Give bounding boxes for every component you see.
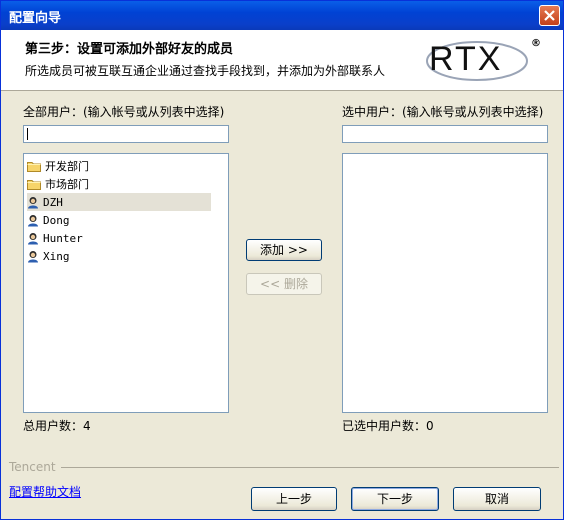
selected-count-label: 已选中用户数：0 [342, 419, 434, 433]
window-title: 配置向导 [9, 10, 62, 25]
selected-users-search-input[interactable] [342, 125, 548, 143]
user-icon [27, 214, 39, 227]
user-icon [27, 196, 39, 209]
all-users-label: 全部用户：(输入帐号或从列表中选择) [23, 105, 225, 119]
step-title: 第三步：设置可添加外部好友的成员 [25, 42, 234, 57]
tree-folder-item[interactable]: 市场部门 [27, 175, 89, 193]
logo-text: RTX [429, 40, 503, 78]
folder-icon [27, 179, 41, 190]
tencent-brand: Tencent [9, 460, 56, 474]
tree-item-label: DZH [43, 195, 63, 209]
tree-item-label: 开发部门 [45, 160, 89, 173]
user-icon [27, 232, 39, 245]
add-button[interactable]: 添加 >> [246, 239, 322, 261]
all-users-tree[interactable]: 开发部门市场部门 DZH Dong Hunter Xing [23, 153, 229, 413]
wizard-header: 第三步：设置可添加外部好友的成员 所选成员可被互联互通企业通过查找手段找到，并添… [1, 30, 563, 91]
tree-folder-item[interactable]: 开发部门 [27, 157, 89, 175]
tree-user-item[interactable]: Dong [27, 211, 70, 229]
tree-item-label: 市场部门 [45, 178, 89, 191]
selected-users-list[interactable] [342, 153, 548, 413]
tree-item-label: Xing [43, 249, 70, 263]
footer-divider [61, 467, 559, 468]
total-users-label: 总用户数：4 [23, 419, 91, 433]
tree-item-label: Hunter [43, 231, 83, 245]
tree-user-item[interactable]: DZH [27, 193, 211, 211]
logo-registered-mark: ® [531, 38, 541, 49]
close-icon [544, 10, 555, 21]
prev-button[interactable]: 上一步 [251, 487, 337, 511]
user-icon [27, 250, 39, 263]
tree-user-item[interactable]: Xing [27, 247, 70, 265]
cancel-button[interactable]: 取消 [453, 487, 541, 511]
rtx-logo: RTX ® [425, 38, 545, 84]
text-caret [27, 128, 28, 140]
remove-button[interactable]: << 删除 [246, 273, 322, 295]
tree-item-label: Dong [43, 213, 70, 227]
all-users-search-input[interactable] [23, 125, 229, 143]
config-wizard-window: 配置向导 第三步：设置可添加外部好友的成员 所选成员可被互联互通企业通过查找手段… [0, 0, 564, 520]
selected-users-label: 选中用户：(输入帐号或从列表中选择) [342, 105, 544, 119]
step-description: 所选成员可被互联互通企业通过查找手段找到，并添加为外部联系人 [25, 64, 386, 78]
help-doc-link[interactable]: 配置帮助文档 [9, 483, 81, 500]
tree-user-item[interactable]: Hunter [27, 229, 83, 247]
next-button[interactable]: 下一步 [351, 487, 439, 511]
title-bar[interactable]: 配置向导 [1, 1, 563, 30]
close-button[interactable] [539, 5, 560, 26]
folder-icon [27, 161, 41, 172]
